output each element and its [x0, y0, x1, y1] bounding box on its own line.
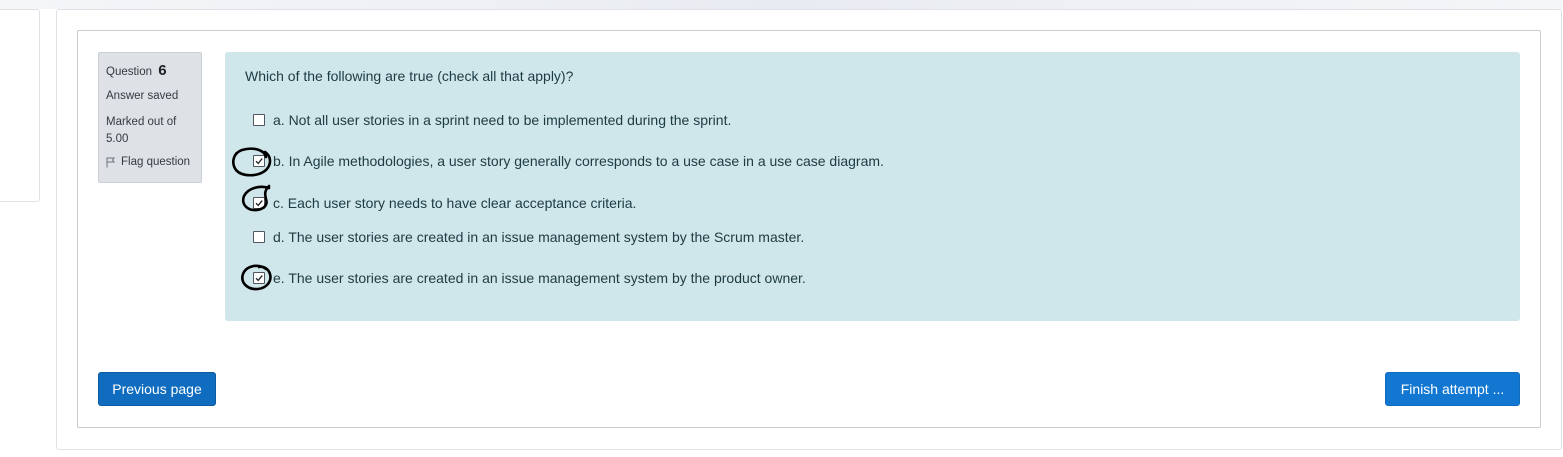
question-number: 6 — [158, 62, 167, 79]
flag-icon — [106, 157, 115, 167]
option-c-checkbox[interactable] — [253, 197, 265, 209]
flag-question-link[interactable]: Flag question — [106, 156, 194, 168]
option-c-label: c. Each user story needs to have clear a… — [273, 195, 637, 211]
option-b-label: b. In Agile methodologies, a user story … — [273, 153, 884, 169]
marked-out-of: Marked out of 5.00 — [106, 114, 194, 148]
option-a-checkbox[interactable] — [253, 114, 265, 126]
check-icon — [255, 200, 263, 207]
option-d-checkbox[interactable] — [253, 231, 265, 243]
marked-out-of-label: Marked out of — [106, 116, 177, 128]
top-banner-strip — [0, 0, 1563, 9]
max-mark: 5.00 — [106, 133, 129, 145]
check-icon — [255, 158, 263, 165]
check-icon — [255, 275, 263, 282]
option-b-checkbox[interactable] — [253, 155, 265, 167]
question-info-panel: Question 6 Answer saved Marked out of 5.… — [98, 52, 202, 183]
option-e[interactable]: e. The user stories are created in an is… — [253, 270, 806, 286]
option-c[interactable]: c. Each user story needs to have clear a… — [253, 195, 636, 211]
question-text: Which of the following are true (check a… — [245, 68, 574, 84]
option-b[interactable]: b. In Agile methodologies, a user story … — [253, 153, 884, 169]
option-e-checkbox[interactable] — [253, 272, 265, 284]
question-content: Which of the following are true (check a… — [225, 52, 1520, 321]
flag-question-label: Flag question — [121, 156, 191, 168]
option-a[interactable]: a. Not all user stories in a sprint need… — [253, 112, 731, 128]
option-e-label: e. The user stories are created in an is… — [273, 270, 806, 286]
question-number-line: Question 6 — [106, 62, 194, 79]
option-a-label: a. Not all user stories in a sprint need… — [273, 112, 732, 128]
question-label: Question — [106, 66, 153, 78]
previous-page-button[interactable]: Previous page — [98, 372, 216, 406]
answer-status: Answer saved — [106, 90, 179, 102]
left-side-panel — [0, 9, 40, 202]
option-d[interactable]: d. The user stories are created in an is… — [253, 229, 804, 245]
finish-attempt-button[interactable]: Finish attempt ... — [1385, 372, 1520, 406]
option-d-label: d. The user stories are created in an is… — [273, 229, 805, 245]
